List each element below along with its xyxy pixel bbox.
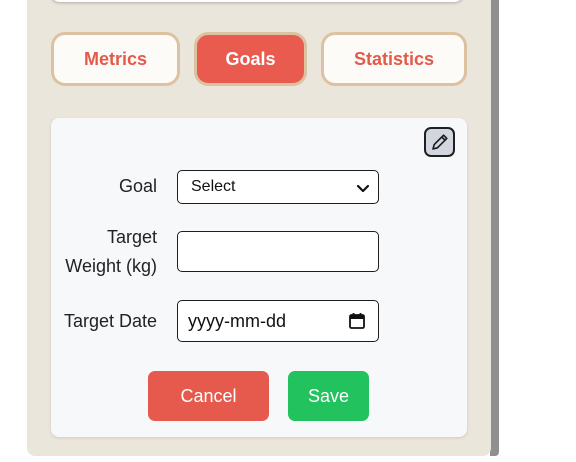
target-weight-input[interactable] [177, 231, 379, 272]
window-shadow [490, 0, 499, 456]
goal-select-value: Select [191, 178, 236, 195]
tab-goals[interactable]: Goals [194, 32, 307, 86]
calendar-icon[interactable] [348, 312, 366, 330]
target-weight-label-line1: Target [106, 227, 157, 247]
pencil-icon [431, 134, 448, 150]
previous-card-edge [50, 0, 464, 2]
target-weight-label: Target Weight (kg) [65, 223, 157, 281]
goal-select[interactable]: Select [177, 170, 379, 204]
save-button[interactable]: Save [288, 371, 369, 421]
tab-metrics[interactable]: Metrics [51, 32, 180, 86]
goal-label: Goal [118, 176, 157, 196]
cancel-button[interactable]: Cancel [148, 371, 269, 421]
target-weight-label-line2: Weight (kg) [65, 256, 157, 276]
tab-statistics[interactable]: Statistics [321, 32, 467, 86]
target-date-label: Target Date [63, 311, 157, 331]
edit-button[interactable] [424, 127, 455, 157]
chevron-down-icon [356, 184, 370, 193]
target-date-input[interactable]: yyyy-mm-dd [177, 300, 379, 342]
target-date-placeholder: yyyy-mm-dd [188, 310, 286, 331]
